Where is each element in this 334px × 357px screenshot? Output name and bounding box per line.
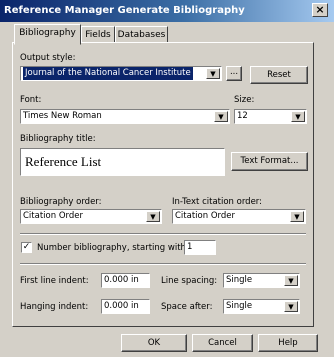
- reset-label: Reset: [267, 70, 291, 80]
- space-after-select[interactable]: Single ▼: [223, 299, 300, 314]
- line-spacing-value: Single: [226, 275, 253, 285]
- text-format-button[interactable]: Text Format...: [231, 152, 308, 171]
- bibliography-order-select[interactable]: Citation Order ▼: [20, 209, 162, 224]
- chevron-down-icon[interactable]: ▼: [290, 211, 304, 222]
- output-style-label: Output style:: [20, 53, 76, 63]
- font-value: Times New Roman: [23, 111, 102, 121]
- text-format-label: Text Format...: [240, 156, 299, 166]
- bibliography-title-value: Reference List: [25, 154, 102, 169]
- bibliography-order-label: Bibliography order:: [20, 197, 102, 207]
- output-style-value: Journal of the National Cancer Institute: [23, 67, 193, 80]
- number-bibliography-checkbox[interactable]: ✓: [21, 242, 32, 253]
- generate-bibliography-dialog: Reference Manager Generate Bibliography …: [0, 0, 334, 357]
- in-text-order-select[interactable]: Citation Order ▼: [172, 209, 306, 224]
- bibliography-order-value: Citation Order: [23, 211, 83, 221]
- font-select[interactable]: Times New Roman ▼: [20, 109, 230, 124]
- chevron-down-icon[interactable]: ▼: [284, 275, 298, 286]
- tab-bibliography-label: Bibliography: [19, 28, 76, 38]
- close-icon: ×: [315, 3, 325, 16]
- first-line-indent-label: First line indent:: [20, 276, 89, 286]
- hanging-indent-value: 0.000 in: [104, 301, 139, 311]
- divider: [20, 263, 306, 265]
- chevron-down-icon[interactable]: ▼: [284, 301, 298, 312]
- first-line-indent-input[interactable]: 0.000 in: [101, 273, 150, 288]
- browse-style-button[interactable]: ...: [226, 66, 242, 81]
- line-spacing-select[interactable]: Single ▼: [223, 273, 300, 288]
- start-number-value: 1: [187, 242, 193, 252]
- chevron-down-icon[interactable]: ▼: [146, 211, 160, 222]
- check-icon: ✓: [22, 242, 31, 252]
- font-label: Font:: [20, 95, 42, 105]
- browse-style-label: ...: [229, 67, 239, 77]
- space-after-label: Space after:: [161, 302, 213, 312]
- help-button[interactable]: Help: [258, 334, 318, 352]
- divider: [20, 233, 306, 235]
- space-after-value: Single: [226, 301, 253, 311]
- number-bibliography-label: Number bibliography, starting with:: [37, 243, 189, 253]
- cancel-button[interactable]: Cancel: [192, 334, 253, 352]
- first-line-indent-value: 0.000 in: [104, 275, 139, 285]
- hanging-indent-input[interactable]: 0.000 in: [101, 299, 150, 314]
- title-bar: Reference Manager Generate Bibliography: [0, 0, 334, 22]
- reset-button[interactable]: Reset: [250, 66, 308, 84]
- window-title: Reference Manager Generate Bibliography: [4, 5, 245, 16]
- ok-label: OK: [147, 338, 161, 348]
- size-select[interactable]: 12 ▼: [234, 109, 307, 124]
- size-label: Size:: [234, 95, 255, 105]
- in-text-order-label: In-Text citation order:: [172, 197, 263, 207]
- chevron-down-icon[interactable]: ▼: [291, 111, 305, 122]
- in-text-order-value: Citation Order: [175, 211, 235, 221]
- output-style-select[interactable]: Journal of the National Cancer Institute…: [20, 66, 222, 81]
- bibliography-title-input[interactable]: Reference List: [20, 148, 225, 176]
- line-spacing-label: Line spacing:: [161, 276, 218, 286]
- tab-bibliography[interactable]: Bibliography: [14, 24, 81, 45]
- chevron-down-icon[interactable]: ▼: [206, 68, 220, 79]
- chevron-down-icon[interactable]: ▼: [214, 111, 228, 122]
- bibliography-title-label: Bibliography title:: [20, 134, 96, 144]
- hanging-indent-label: Hanging indent:: [20, 302, 89, 312]
- ok-button[interactable]: OK: [121, 334, 187, 352]
- tab-fields-label: Fields: [85, 30, 111, 40]
- tab-databases-label: Databases: [117, 30, 166, 40]
- cancel-label: Cancel: [208, 338, 237, 348]
- help-label: Help: [278, 338, 298, 348]
- start-number-input[interactable]: 1: [184, 240, 216, 255]
- close-button[interactable]: ×: [312, 3, 328, 17]
- size-value: 12: [237, 111, 248, 121]
